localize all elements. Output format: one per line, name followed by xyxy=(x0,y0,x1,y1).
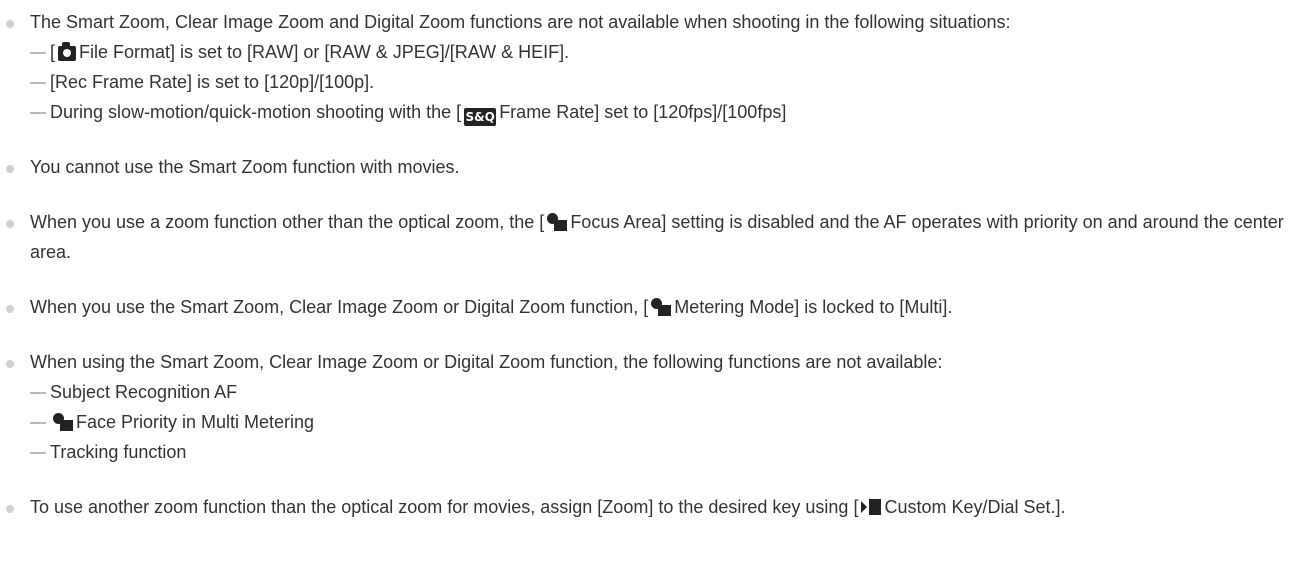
sub-item: During slow-motion/quick-motion shooting… xyxy=(30,97,1298,127)
sub-list: Subject Recognition AF Face Priority in … xyxy=(30,377,1298,467)
bullet-icon xyxy=(6,505,14,513)
sub-item: [Rec Frame Rate] is set to [120p]/[100p]… xyxy=(30,67,1298,97)
bullet-icon xyxy=(6,305,14,313)
bullet-icon xyxy=(6,20,14,28)
dash-icon xyxy=(30,112,46,114)
dash-icon xyxy=(30,392,46,394)
note-item: When you use a zoom function other than … xyxy=(0,207,1298,267)
sub-list: [File Format] is set to [RAW] or [RAW & … xyxy=(30,37,1298,127)
note-item: The Smart Zoom, Clear Image Zoom and Dig… xyxy=(0,7,1298,127)
bullet-icon xyxy=(6,220,14,228)
note-text: When using the Smart Zoom, Clear Image Z… xyxy=(30,352,943,372)
dash-icon xyxy=(30,422,46,424)
sub-item: Face Priority in Multi Metering xyxy=(30,407,1298,437)
bullet-icon xyxy=(6,165,14,173)
photo-movie-icon xyxy=(53,412,73,432)
sub-item: [File Format] is set to [RAW] or [RAW & … xyxy=(30,37,1298,67)
note-item: When you use the Smart Zoom, Clear Image… xyxy=(0,292,1298,322)
photo-movie-icon xyxy=(547,212,568,232)
notes-list: The Smart Zoom, Clear Image Zoom and Dig… xyxy=(0,0,1298,522)
sub-item: Tracking function xyxy=(30,437,1298,467)
movie-icon xyxy=(861,498,882,516)
photo-movie-icon xyxy=(651,297,672,317)
note-item: You cannot use the Smart Zoom function w… xyxy=(0,152,1298,182)
camera-icon xyxy=(58,42,77,61)
sub-item: Subject Recognition AF xyxy=(30,377,1298,407)
note-text: The Smart Zoom, Clear Image Zoom and Dig… xyxy=(30,12,1011,32)
bullet-icon xyxy=(6,360,14,368)
note-item: When using the Smart Zoom, Clear Image Z… xyxy=(0,347,1298,467)
note-item: To use another zoom function than the op… xyxy=(0,492,1298,522)
dash-icon xyxy=(30,82,46,84)
dash-icon xyxy=(30,52,46,54)
sq-icon: S&Q xyxy=(464,108,497,126)
notes-section: The Smart Zoom, Clear Image Zoom and Dig… xyxy=(0,0,1298,582)
note-text: You cannot use the Smart Zoom function w… xyxy=(30,157,460,177)
dash-icon xyxy=(30,452,46,454)
